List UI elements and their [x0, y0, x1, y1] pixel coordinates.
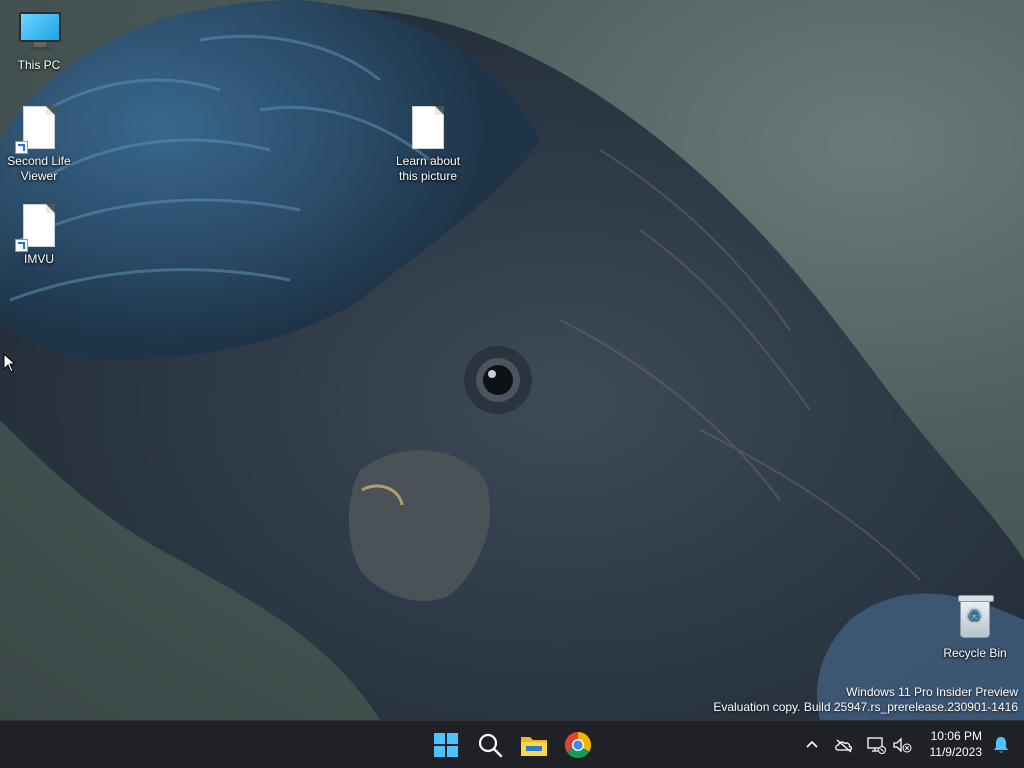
cloud-off-icon	[835, 739, 853, 753]
chrome-icon	[564, 731, 592, 759]
file-shortcut-icon	[15, 204, 59, 252]
desktop-icon-label: Second Life Viewer	[7, 154, 71, 183]
desktop-icon-second-life-viewer[interactable]: Second Life Viewer	[0, 106, 78, 184]
desktop-wallpaper	[0, 0, 1024, 720]
desktop-icon-label: IMVU	[24, 252, 54, 266]
desktop-icon-learn-about-this-picture[interactable]: Learn about this picture	[389, 106, 467, 184]
desktop-icon-this-pc[interactable]: This PC	[0, 10, 78, 73]
evaluation-watermark: Windows 11 Pro Insider Preview Evaluatio…	[713, 685, 1018, 715]
file-explorer-button[interactable]	[518, 729, 550, 761]
taskbar-clock[interactable]: 10:06 PM 11/9/2023	[930, 728, 983, 760]
taskbar: 10:06 PM 11/9/2023	[0, 720, 1024, 768]
notifications-button[interactable]	[992, 735, 1010, 760]
recycle-bin-icon: ♻	[955, 595, 995, 642]
clock-time: 10:06 PM	[930, 729, 982, 743]
clock-date: 11/9/2023	[929, 745, 983, 759]
desktop-icon-label: This PC	[17, 58, 61, 72]
watermark-edition: Windows 11 Pro Insider Preview	[846, 685, 1018, 699]
chrome-button[interactable]	[562, 729, 594, 761]
cockatoo-illustration	[0, 0, 1024, 720]
bell-icon	[994, 737, 1008, 753]
search-button[interactable]	[474, 729, 506, 761]
chevron-up-icon	[806, 740, 818, 748]
monitor-icon	[19, 10, 61, 54]
windows-logo-icon	[434, 733, 458, 757]
mouse-pointer-icon	[3, 353, 15, 373]
show-hidden-icons-button[interactable]	[800, 733, 824, 757]
desktop-icon-recycle-bin[interactable]: ♻ Recycle Bin	[936, 595, 1014, 661]
network-icon	[867, 737, 886, 754]
file-icon	[408, 106, 448, 150]
volume-tray-button[interactable]	[890, 733, 914, 757]
desktop-icon-label: Learn about this picture	[395, 154, 461, 183]
desktop-icon-imvu[interactable]: IMVU	[0, 204, 78, 267]
file-shortcut-icon	[15, 106, 59, 154]
watermark-build: Evaluation copy. Build 25947.rs_prerelea…	[713, 700, 1018, 714]
folder-icon	[521, 737, 547, 756]
network-tray-button[interactable]	[864, 733, 888, 757]
search-icon	[478, 733, 503, 758]
onedrive-tray-button[interactable]	[832, 733, 856, 757]
volume-muted-icon	[893, 737, 912, 753]
desktop-icon-label: Recycle Bin	[943, 646, 1007, 660]
start-button[interactable]	[430, 729, 462, 761]
